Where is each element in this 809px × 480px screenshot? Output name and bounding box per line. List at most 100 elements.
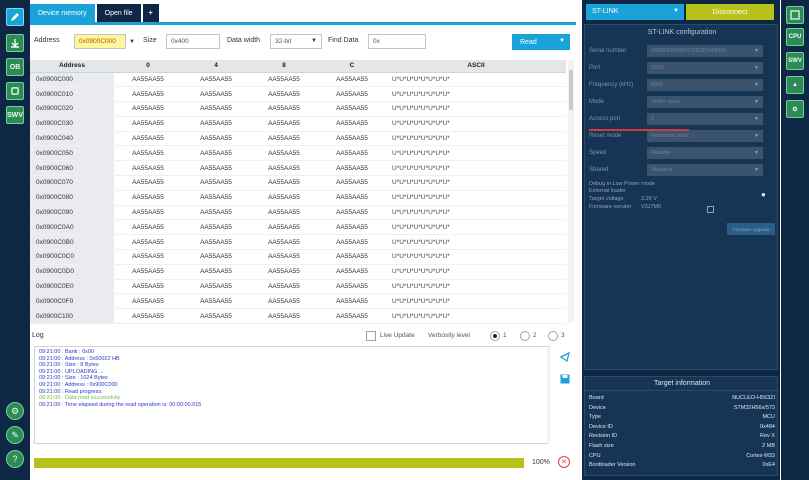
table-row[interactable]: 0x0900C0E0 AA55AA55 AA55AA55 AA55AA55 AA55AA…	[30, 279, 566, 295]
tab-device-memory[interactable]: Device memory	[30, 4, 95, 22]
data-cell[interactable]: AA55AA55	[318, 234, 386, 251]
data-cell[interactable]: AA55AA55	[114, 175, 182, 191]
memory-scrollbar[interactable]	[568, 60, 574, 322]
disconnect-button[interactable]: Disconnect	[686, 4, 774, 20]
data-width-select[interactable]: 32-bit ▼	[270, 34, 322, 49]
table-row[interactable]: 0x0900C030 AA55AA55 AA55AA55 AA55AA55 AA55AA…	[30, 116, 566, 132]
data-cell[interactable]: AA55AA55	[250, 249, 318, 265]
data-cell[interactable]: AA55AA55	[114, 205, 182, 221]
settings-icon[interactable]: ⚙	[786, 100, 804, 118]
size-input[interactable]: 0x400	[166, 34, 220, 49]
data-cell[interactable]: AA55AA55	[114, 86, 182, 103]
data-cell[interactable]: AA55AA55	[318, 249, 386, 265]
data-cell[interactable]: AA55AA55	[250, 86, 318, 103]
data-cell[interactable]: AA55AA55	[114, 116, 182, 132]
data-cell[interactable]: AA55AA55	[182, 234, 250, 251]
data-cell[interactable]: AA55AA55	[318, 86, 386, 103]
data-cell[interactable]: AA55AA55	[182, 101, 250, 117]
data-cell[interactable]: AA55AA55	[182, 293, 250, 310]
data-cell[interactable]: AA55AA55	[318, 264, 386, 280]
ascii-cell[interactable]: U*U*U*U*U*U*U*U*	[386, 160, 566, 177]
data-cell[interactable]: AA55AA55	[182, 205, 250, 221]
memory-icon[interactable]: SWV	[786, 52, 804, 70]
data-cell[interactable]: AA55AA55	[318, 145, 386, 162]
table-row[interactable]: 0x0900C060 AA55AA55 AA55AA55 AA55AA55 AA55AA…	[30, 160, 566, 177]
firmware-upgrade-button[interactable]: Firmware upgrade	[727, 223, 775, 235]
help-icon[interactable]: ?	[6, 450, 24, 468]
table-row[interactable]: 0x0900C100 AA55AA55 AA55AA55 AA55AA55 AA55AA…	[30, 308, 566, 325]
data-cell[interactable]: AA55AA55	[182, 264, 250, 280]
data-cell[interactable]: AA55AA55	[182, 116, 250, 132]
save-log-icon[interactable]	[558, 372, 572, 386]
address-input[interactable]: 0x0900C000	[74, 34, 126, 49]
tools-icon[interactable]: ✎	[6, 426, 24, 444]
ascii-cell[interactable]: U*U*U*U*U*U*U*U*	[386, 72, 566, 88]
tab-open-file[interactable]: Open file	[96, 4, 141, 22]
verbosity-radio-2[interactable]	[520, 331, 530, 341]
table-row[interactable]: 0x0900C0F0 AA55AA55 AA55AA55 AA55AA55 AA55AA…	[30, 293, 566, 310]
ascii-cell[interactable]: U*U*U*U*U*U*U*U*	[386, 190, 566, 206]
config-select[interactable]: Reliable ▼	[647, 147, 763, 159]
data-cell[interactable]: AA55AA55	[182, 86, 250, 103]
table-row[interactable]: 0x0900C0B0 AA55AA55 AA55AA55 AA55AA55 AA55AA…	[30, 234, 566, 251]
data-cell[interactable]: AA55AA55	[114, 308, 182, 325]
ascii-cell[interactable]: U*U*U*U*U*U*U*U*	[386, 86, 566, 103]
live-update-checkbox[interactable]	[366, 331, 376, 341]
table-row[interactable]: 0x0900C020 AA55AA55 AA55AA55 AA55AA55 AA55AA…	[30, 101, 566, 117]
data-cell[interactable]: AA55AA55	[250, 175, 318, 191]
table-row[interactable]: 0x0900C050 AA55AA55 AA55AA55 AA55AA55 AA55AA…	[30, 145, 566, 162]
ob-icon[interactable]: OB	[6, 58, 24, 76]
data-cell[interactable]: AA55AA55	[250, 293, 318, 310]
data-cell[interactable]: AA55AA55	[250, 145, 318, 162]
ascii-cell[interactable]: U*U*U*U*U*U*U*U*	[386, 234, 566, 251]
config-select[interactable]: Under reset ▼	[647, 96, 763, 108]
data-cell[interactable]: AA55AA55	[114, 190, 182, 206]
table-row[interactable]: 0x0900C000 AA55AA55 AA55AA55 AA55AA55 AA55AA…	[30, 72, 566, 88]
config-select[interactable]: 0 ▼	[647, 113, 763, 125]
log-output[interactable]: 09:21:00 : Bank : 0x00 09:21:00 : Address…	[34, 346, 550, 444]
ascii-cell[interactable]: U*U*U*U*U*U*U*U*	[386, 249, 566, 265]
debug-low-power-checkbox[interactable]	[707, 206, 714, 213]
data-cell[interactable]: AA55AA55	[250, 190, 318, 206]
data-cell[interactable]: AA55AA55	[114, 219, 182, 236]
scrollbar-thumb[interactable]	[569, 70, 573, 110]
data-cell[interactable]: AA55AA55	[182, 249, 250, 265]
data-cell[interactable]: AA55AA55	[250, 205, 318, 221]
log-scrollbar[interactable]	[547, 348, 550, 444]
data-cell[interactable]: AA55AA55	[182, 190, 250, 206]
data-cell[interactable]: AA55AA55	[318, 175, 386, 191]
data-cell[interactable]: AA55AA55	[114, 249, 182, 265]
config-select[interactable]: SWD ▼	[647, 62, 763, 74]
verbosity-radio-1[interactable]	[490, 331, 500, 341]
ascii-cell[interactable]: U*U*U*U*U*U*U*U*	[386, 145, 566, 162]
data-cell[interactable]: AA55AA55	[318, 308, 386, 325]
data-cell[interactable]: AA55AA55	[250, 160, 318, 177]
data-cell[interactable]: AA55AA55	[114, 234, 182, 251]
data-cell[interactable]: AA55AA55	[182, 131, 250, 147]
config-select[interactable]: Disabled ▼	[647, 164, 763, 176]
data-cell[interactable]: AA55AA55	[114, 279, 182, 295]
data-cell[interactable]: AA55AA55	[318, 279, 386, 295]
data-cell[interactable]: AA55AA55	[318, 219, 386, 236]
config-select[interactable]: Hardware reset ▼	[647, 130, 763, 142]
data-cell[interactable]: AA55AA55	[318, 116, 386, 132]
ascii-cell[interactable]: U*U*U*U*U*U*U*U*	[386, 101, 566, 117]
data-cell[interactable]: AA55AA55	[250, 72, 318, 88]
data-cell[interactable]: AA55AA55	[114, 131, 182, 147]
bulb-icon[interactable]: ●	[761, 190, 769, 199]
data-cell[interactable]: AA55AA55	[182, 72, 250, 88]
data-cell[interactable]: AA55AA55	[318, 101, 386, 117]
verbosity-radio-3[interactable]	[548, 331, 558, 341]
table-row[interactable]: 0x0900C080 AA55AA55 AA55AA55 AA55AA55 AA55AA…	[30, 190, 566, 206]
table-row[interactable]: 0x0900C040 AA55AA55 AA55AA55 AA55AA55 AA55AA…	[30, 131, 566, 147]
table-row[interactable]: 0x0900C0D0 AA55AA55 AA55AA55 AA55AA55 AA55AA…	[30, 264, 566, 280]
find-data-input[interactable]: 0x	[368, 34, 426, 49]
data-cell[interactable]: AA55AA55	[250, 279, 318, 295]
data-cell[interactable]: AA55AA55	[250, 116, 318, 132]
data-cell[interactable]: AA55AA55	[318, 72, 386, 88]
data-cell[interactable]: AA55AA55	[250, 264, 318, 280]
table-row[interactable]: 0x0900C090 AA55AA55 AA55AA55 AA55AA55 AA55AA…	[30, 205, 566, 221]
data-cell[interactable]: AA55AA55	[318, 190, 386, 206]
data-cell[interactable]: AA55AA55	[318, 160, 386, 177]
address-dropdown-icon[interactable]: ▼	[126, 34, 138, 49]
